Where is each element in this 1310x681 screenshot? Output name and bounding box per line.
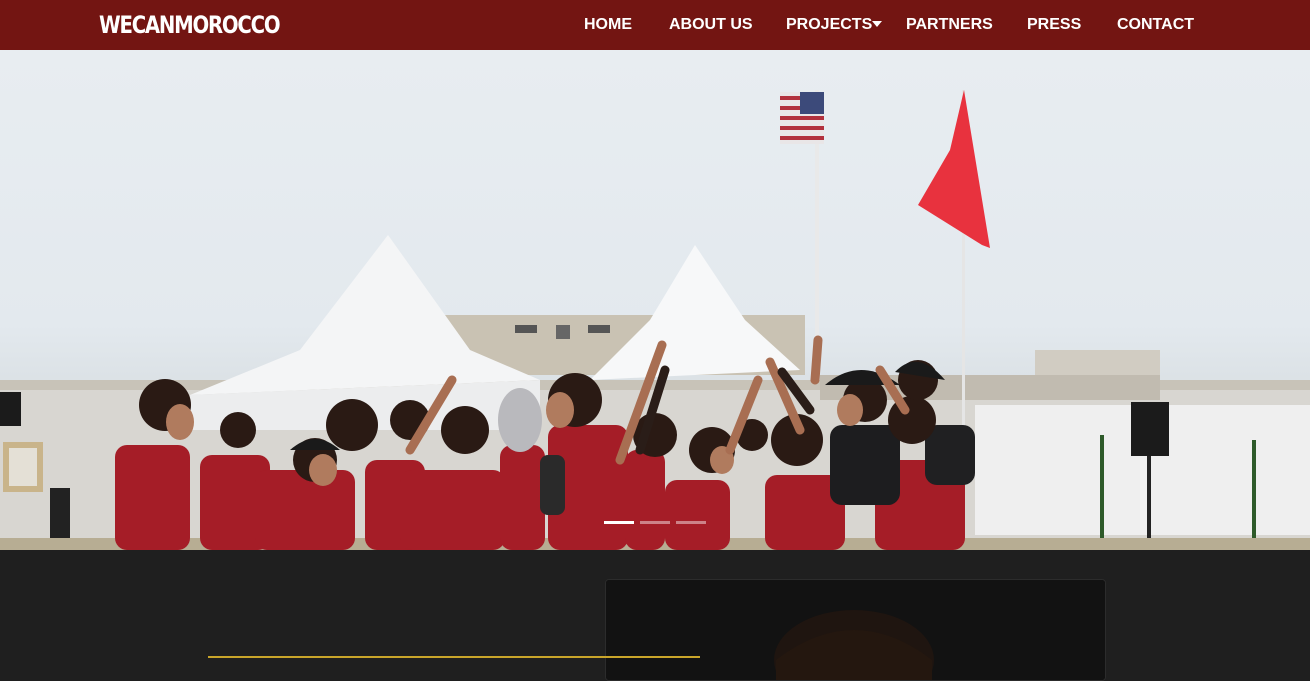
content-section [0, 550, 1310, 681]
nav-partners-link[interactable]: PARTNERS [906, 14, 993, 36]
nav-home-link[interactable]: HOME [584, 14, 632, 36]
slider-dot-1[interactable] [604, 521, 634, 524]
nav-contact-link[interactable]: CONTACT [1117, 14, 1194, 36]
nav-press-link[interactable]: PRESS [1027, 14, 1081, 36]
slider-dot-2[interactable] [640, 521, 670, 524]
top-navbar: WECANMOROCCO HOME ABOUT US PROJECTS PART… [0, 0, 1310, 50]
slider-dot-3[interactable] [676, 521, 706, 524]
site-logo[interactable]: WECANMOROCCO [99, 11, 281, 39]
profile-image-card [605, 579, 1106, 681]
nav-projects-link[interactable]: PROJECTS [786, 14, 872, 36]
caret-down-icon[interactable] [872, 21, 882, 27]
hero-image [0, 90, 1310, 550]
nav-about-us-link[interactable]: ABOUT US [669, 14, 753, 36]
profile-photo [606, 580, 1105, 680]
hero-slider [0, 50, 1310, 550]
